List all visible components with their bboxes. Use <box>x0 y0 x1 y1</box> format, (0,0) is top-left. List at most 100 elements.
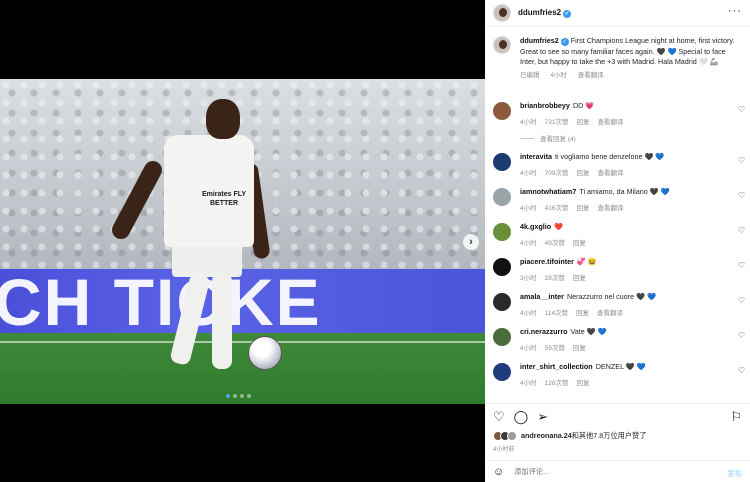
post-comment-button[interactable]: 发布 <box>727 468 742 479</box>
comment-text: ti vogliamo bene denzelone 🖤 💙 <box>554 152 665 161</box>
caption-username[interactable]: ddumfries2 <box>520 36 559 45</box>
comment-icon[interactable]: ◯ <box>514 410 529 423</box>
commenter-avatar[interactable] <box>493 258 511 276</box>
comment-like-heart-icon[interactable]: ♡ <box>738 366 745 375</box>
likes-count-text: 和其他7.8万位用户赞了 <box>571 431 647 440</box>
comment-like-heart-icon[interactable]: ♡ <box>738 156 745 165</box>
post-header: ddumfries2 ✓ ··· <box>485 0 750 27</box>
comment-like-heart-icon[interactable]: ♡ <box>738 331 745 340</box>
commenter-avatar[interactable] <box>493 293 511 311</box>
post-photo[interactable]: CH TICKE Emirates FLY BETTER <box>0 79 485 404</box>
comment-input[interactable] <box>514 467 695 476</box>
caption-time: 4小时 <box>550 71 567 79</box>
carousel-dot[interactable] <box>226 394 230 398</box>
comment-likes[interactable]: 114次赞 <box>545 310 568 317</box>
comment-likes[interactable]: 709次赞 <box>545 170 569 177</box>
comment-likes[interactable]: 731次赞 <box>545 119 569 126</box>
comment-text: ❤️ <box>554 222 564 231</box>
carousel-dot[interactable] <box>240 394 244 398</box>
next-arrow-icon[interactable]: › <box>463 234 479 250</box>
comment-likes[interactable]: 49次赞 <box>545 240 565 247</box>
comment-time: 4小时 <box>520 345 537 352</box>
caption-meta: 已编辑 4小时 查看翻译 <box>520 71 742 82</box>
see-translation-link[interactable]: 查看翻译 <box>597 310 623 317</box>
commenter-avatar[interactable] <box>493 223 511 241</box>
share-icon[interactable]: ➢ <box>537 410 548 423</box>
verified-badge-icon: ✓ <box>560 38 569 46</box>
commenter-username[interactable]: amala__inter <box>520 292 564 301</box>
reply-link[interactable]: 回复 <box>576 205 589 212</box>
player-leg-left <box>169 271 211 367</box>
comment-likes[interactable]: 28次赞 <box>545 275 565 282</box>
reply-link[interactable]: 回复 <box>576 310 589 317</box>
comment-likes[interactable]: 59次赞 <box>545 345 565 352</box>
liker-avatar[interactable] <box>507 431 517 441</box>
carousel-dots <box>226 394 251 398</box>
commenter-username[interactable]: iamnotwhatiam7 <box>520 187 576 196</box>
player-leg-right <box>212 273 232 369</box>
commenter-avatar[interactable] <box>493 102 511 120</box>
commenter-avatar[interactable] <box>493 153 511 171</box>
likes-text[interactable]: andreonana.24和其他7.8万位用户赞了 <box>521 431 646 441</box>
author-username[interactable]: ddumfries2 ✓ <box>518 8 572 18</box>
comment-time: 4小时 <box>520 119 537 126</box>
comment-time: 4小时 <box>520 380 537 387</box>
reply-link[interactable]: 回复 <box>573 275 586 282</box>
reply-link[interactable]: 回复 <box>576 380 589 387</box>
comment-time: 4小时 <box>520 205 537 212</box>
comment-like-heart-icon[interactable]: ♡ <box>738 261 745 270</box>
commenter-username[interactable]: brianbrobbeyy <box>520 101 570 110</box>
commenter-username[interactable]: piacere.tifointer <box>520 257 574 266</box>
media-pane: CH TICKE Emirates FLY BETTER › <box>0 0 485 482</box>
carousel-dot[interactable] <box>247 394 251 398</box>
caption-avatar[interactable] <box>493 36 511 54</box>
commenter-username[interactable]: cri.nerazzurro <box>520 327 568 336</box>
more-options-icon[interactable]: ··· <box>728 5 742 17</box>
see-translation-link[interactable]: 查看翻译 <box>578 72 604 79</box>
comment-like-heart-icon[interactable]: ♡ <box>738 105 745 114</box>
commenter-avatar[interactable] <box>493 363 511 381</box>
comment-time: 4小时 <box>520 240 537 247</box>
commenter-username[interactable]: inter_shirt_collection <box>520 362 593 371</box>
emoji-icon[interactable]: ☺ <box>493 466 504 478</box>
reply-link[interactable]: 回复 <box>573 240 586 247</box>
player-head <box>206 99 240 139</box>
comment-item: interavita ti vogliamo bene denzelone 🖤 💙… <box>493 152 745 187</box>
comment-like-heart-icon[interactable]: ♡ <box>738 296 745 305</box>
author-avatar[interactable] <box>493 4 511 22</box>
see-translation-link[interactable]: 查看翻译 <box>597 205 623 212</box>
comment-likes[interactable]: 128次赞 <box>545 380 569 387</box>
comment-likes[interactable]: 416次赞 <box>545 205 569 212</box>
comment-text: DENZEL 🖤 💙 <box>595 362 646 371</box>
see-translation-link[interactable]: 查看翻译 <box>597 170 623 177</box>
liker-username[interactable]: andreonana.24 <box>521 431 572 440</box>
commenter-avatar[interactable] <box>493 188 511 206</box>
comment-item: brianbrobbeyy DD 💗 4小时 731次赞 回复 查看翻译 ♡ <box>493 101 745 136</box>
add-comment-bar: ☺ 发布 <box>485 460 750 482</box>
heart-icon[interactable]: ♡ <box>493 410 505 423</box>
commenter-username[interactable]: interavita <box>520 152 552 161</box>
carousel-dot[interactable] <box>233 394 237 398</box>
bookmark-icon[interactable]: ⚐ <box>730 409 742 425</box>
post-time: 4小时前 <box>493 447 515 453</box>
see-translation-link[interactable]: 查看翻译 <box>597 119 623 126</box>
comment-like-heart-icon[interactable]: ♡ <box>738 191 745 200</box>
comment-time: 4小时 <box>520 310 537 317</box>
comment-item: 4k.gxglio ❤️ 4小时 49次赞 回复 ♡ <box>493 222 745 257</box>
comments-list: brianbrobbeyy DD 💗 4小时 731次赞 回复 查看翻译 ♡ 查看回复 … <box>493 101 745 397</box>
comment-time: 4小时 <box>520 170 537 177</box>
comment-like-heart-icon[interactable]: ♡ <box>738 226 745 235</box>
football <box>248 336 282 370</box>
reply-link[interactable]: 回复 <box>576 170 589 177</box>
post-caption: ddumfries2 ✓ First Champions League night… <box>493 36 745 81</box>
comment-text: Ti amiamo, da Milano 🖤 💙 <box>579 187 670 196</box>
comment-item: amala__inter Nerazzurro nel cuore 🖤 💙 4小时… <box>493 292 745 327</box>
reply-link[interactable]: 回复 <box>573 345 586 352</box>
reply-link[interactable]: 回复 <box>576 119 589 126</box>
commenter-avatar[interactable] <box>493 328 511 346</box>
post-sidebar: ddumfries2 ✓ ··· ddumfries2 ✓ First Champi… <box>485 0 750 482</box>
commenter-username[interactable]: 4k.gxglio <box>520 222 551 231</box>
likes-summary: andreonana.24和其他7.8万位用户赞了 <box>493 431 646 441</box>
comment-text: 💞 😆 <box>576 257 597 266</box>
player-arm-left <box>108 157 166 243</box>
